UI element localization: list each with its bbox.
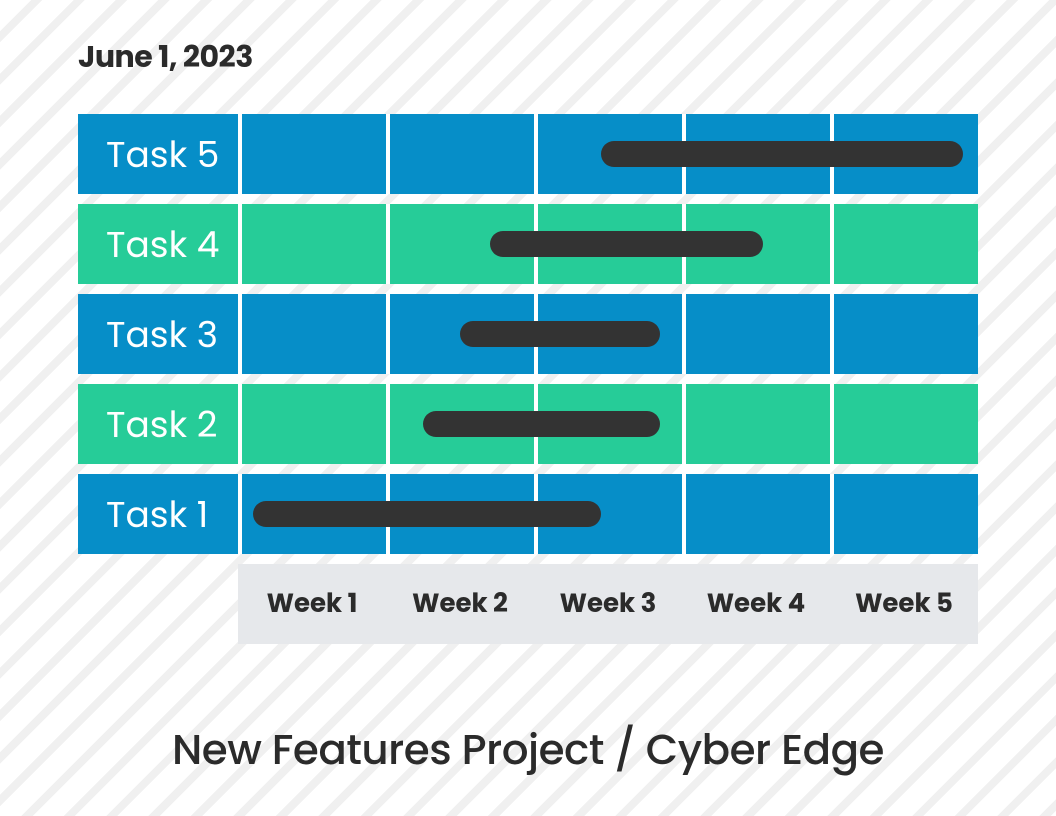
task-row: Task 4 (78, 204, 978, 284)
row-grid (238, 114, 978, 194)
task-row: Task 2 (78, 384, 978, 464)
task-bar (490, 231, 764, 257)
x-axis-label: Week 5 (830, 564, 978, 644)
date-label: June 1, 2023 (78, 0, 978, 80)
grid-cell (830, 294, 978, 374)
task-label: Task 2 (78, 384, 238, 464)
grid-cell (830, 384, 978, 464)
grid-cell (682, 384, 830, 464)
task-bar (460, 321, 660, 347)
task-label: Task 4 (78, 204, 238, 284)
row-grid (238, 204, 978, 284)
grid-cell (830, 204, 978, 284)
grid-cell (238, 294, 386, 374)
grid-cell (386, 114, 534, 194)
gantt-chart: Task 5 Task 4 Task 3 (78, 114, 978, 644)
grid-cell (682, 474, 830, 554)
task-bar (423, 411, 660, 437)
x-axis-label: Week 4 (682, 564, 830, 644)
chart-title: New Features Project / Cyber Edge (78, 718, 978, 781)
task-label: Task 5 (78, 114, 238, 194)
task-row: Task 1 (78, 474, 978, 554)
row-grid (238, 474, 978, 554)
x-axis-label: Week 1 (238, 564, 386, 644)
grid-cell (238, 114, 386, 194)
row-grid (238, 294, 978, 374)
x-axis-label: Week 3 (534, 564, 682, 644)
task-label: Task 3 (78, 294, 238, 374)
task-row: Task 3 (78, 294, 978, 374)
grid-cell (238, 384, 386, 464)
task-bar (601, 141, 964, 167)
task-label: Task 1 (78, 474, 238, 554)
grid-cell (238, 204, 386, 284)
grid-cell (682, 294, 830, 374)
x-axis-label: Week 2 (386, 564, 534, 644)
task-row: Task 5 (78, 114, 978, 194)
task-bar (253, 501, 601, 527)
row-grid (238, 384, 978, 464)
x-axis: Week 1 Week 2 Week 3 Week 4 Week 5 (238, 564, 978, 644)
grid-cell (830, 474, 978, 554)
